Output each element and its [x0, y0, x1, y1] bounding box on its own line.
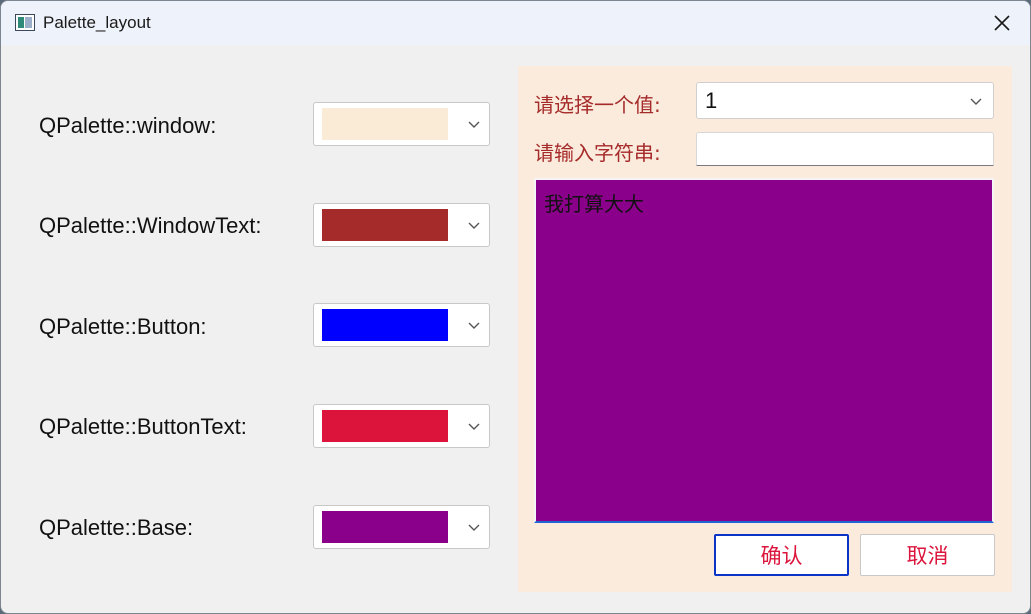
palette-label-buttontext: QPalette::ButtonText: — [39, 414, 247, 439]
string-input[interactable] — [696, 132, 994, 166]
color-combo-buttontext[interactable] — [313, 404, 490, 448]
window-title: Palette_layout — [43, 13, 151, 32]
cancel-button[interactable]: 取消 — [860, 534, 995, 576]
color-combo-windowtext[interactable] — [313, 203, 490, 247]
color-swatch-window — [322, 108, 448, 140]
chevron-down-icon — [468, 222, 480, 229]
input-label: 请输入字符串: — [534, 141, 661, 165]
app-window: Palette_layout QPalette::window: QPalett… — [0, 0, 1031, 614]
color-swatch-base — [322, 511, 448, 543]
palette-label-windowtext: QPalette::WindowText: — [39, 213, 262, 238]
palette-label-button: QPalette::Button: — [39, 314, 207, 339]
color-swatch-button — [322, 309, 448, 341]
value-select[interactable]: 1 — [696, 82, 994, 119]
palette-label-base: QPalette::Base: — [39, 515, 194, 540]
chevron-down-icon — [468, 121, 480, 128]
preview-panel: 请选择一个值: 1 请输入字符串: 我打算大大 确认 取消 — [518, 66, 1012, 592]
color-combo-button[interactable] — [313, 303, 490, 347]
value-select-current: 1 — [705, 88, 718, 113]
chevron-down-icon — [970, 98, 982, 105]
color-combo-base[interactable] — [313, 505, 490, 549]
title-bar: Palette_layout — [1, 1, 1030, 45]
color-swatch-buttontext — [322, 410, 448, 442]
palette-label-window: QPalette::window: — [39, 113, 217, 138]
color-swatch-windowtext — [322, 209, 448, 241]
app-icon — [15, 14, 35, 31]
text-area[interactable]: 我打算大大 — [534, 178, 994, 523]
close-button[interactable] — [974, 1, 1030, 45]
color-combo-window[interactable] — [313, 102, 490, 146]
chevron-down-icon — [468, 524, 480, 531]
close-icon — [994, 15, 1010, 31]
select-label: 请选择一个值: — [534, 93, 661, 117]
chevron-down-icon — [468, 322, 480, 329]
confirm-button[interactable]: 确认 — [714, 534, 849, 576]
chevron-down-icon — [468, 423, 480, 430]
